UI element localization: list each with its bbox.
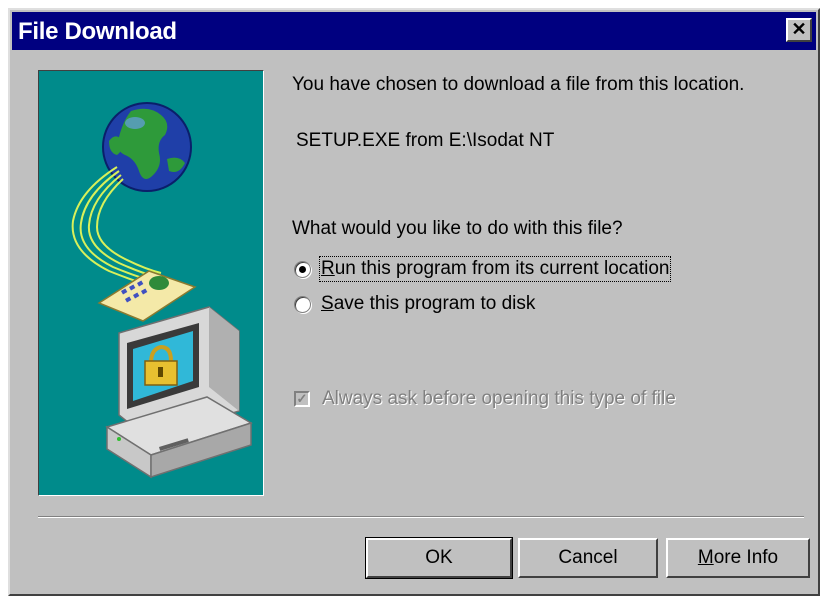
globe-computer-illustration-icon <box>71 102 253 479</box>
radio-selected-dot <box>299 265 306 273</box>
run-option[interactable]: Run this program from its current locati… <box>294 256 672 282</box>
run-radio[interactable] <box>294 260 311 278</box>
close-icon: ✕ <box>791 19 807 39</box>
separator <box>38 516 804 518</box>
file-location-text: SETUP.EXE from E:\Isodat NT <box>296 130 555 151</box>
intro-text: You have chosen to download a file from … <box>292 74 745 95</box>
computer-icon <box>105 306 253 479</box>
download-illustration <box>38 70 264 496</box>
window-title: File Download <box>18 18 177 45</box>
run-option-label[interactable]: Run this program from its current locati… <box>318 256 672 282</box>
title-bar[interactable]: File Download ✕ <box>12 12 816 50</box>
always-ask-checkbox: ✓ <box>294 391 310 407</box>
always-ask-option: ✓ Always ask before opening this type of… <box>294 388 676 410</box>
document-icon <box>97 270 197 322</box>
close-button[interactable]: ✕ <box>786 18 812 42</box>
question-text: What would you like to do with this file… <box>292 218 623 239</box>
save-option-label[interactable]: Save this program to disk <box>321 293 535 315</box>
save-option[interactable]: Save this program to disk <box>294 292 535 316</box>
save-radio[interactable] <box>294 295 311 313</box>
more-info-button[interactable]: More Info <box>666 538 810 578</box>
always-ask-label: Always ask before opening this type of f… <box>322 388 676 409</box>
ok-button[interactable]: OK <box>365 537 513 579</box>
file-download-dialog: File Download ✕ You have chosen to downl… <box>8 8 820 596</box>
cancel-button[interactable]: Cancel <box>518 538 658 578</box>
